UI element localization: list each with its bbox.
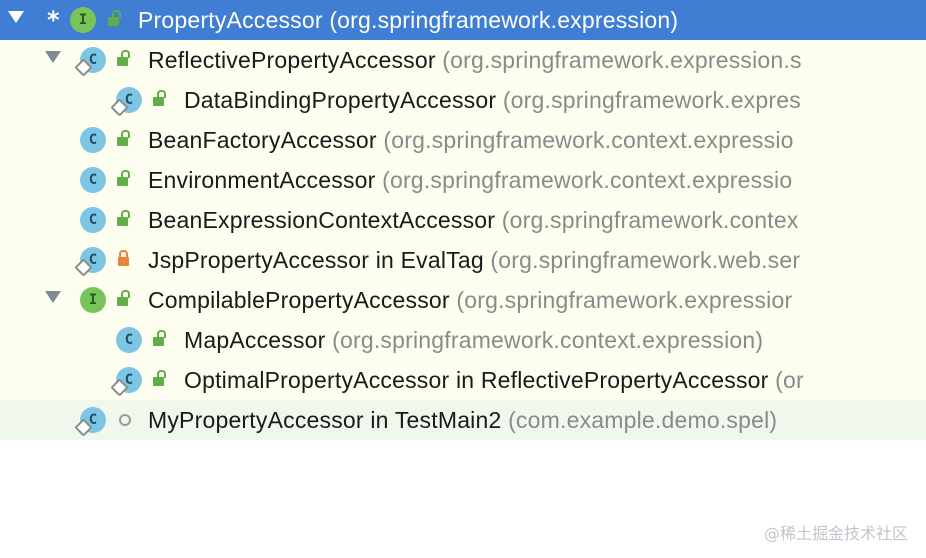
package-name: (org.springframework.context.expressio [382, 167, 793, 193]
package-name: (org.springframework.expression) [329, 7, 679, 33]
tree-row-property-accessor[interactable]: * I PropertyAccessor (org.springframewor… [0, 0, 926, 40]
class-icon: C [74, 407, 106, 437]
tree-row-my-property-accessor[interactable]: C MyPropertyAccessor in TestMain2 (com.e… [0, 400, 926, 440]
public-access-icon [153, 370, 166, 386]
tree-row-label: DataBindingPropertyAccessor (org.springf… [184, 80, 801, 120]
package-name: (org.springframework.expres [502, 87, 801, 113]
class-name: BeanFactoryAccessor [148, 127, 377, 153]
class-icon: C [74, 247, 106, 277]
public-access-icon [117, 290, 130, 306]
tree-row-label: MapAccessor (org.springframework.context… [184, 320, 763, 360]
class-name: PropertyAccessor [138, 7, 323, 33]
tree-row-reflective-property-accessor[interactable]: C ReflectivePropertyAccessor (org.spring… [0, 40, 926, 80]
public-access-icon [153, 330, 166, 346]
tree-row-jsp-property-accessor[interactable]: C JspPropertyAccessor in EvalTag (org.sp… [0, 240, 926, 280]
class-icon: C [74, 47, 106, 77]
tree-row-label: PropertyAccessor (org.springframework.ex… [138, 0, 678, 40]
public-access-icon [153, 90, 166, 106]
expand-arrow-icon[interactable] [45, 291, 61, 303]
class-name: OptimalPropertyAccessor [184, 367, 450, 393]
package-name: (or [775, 367, 804, 393]
tree-row-label: EnvironmentAccessor (org.springframework… [148, 160, 792, 200]
tree-row-label: BeanExpressionContextAccessor (org.sprin… [148, 200, 799, 240]
package-name: (org.springframework.expressior [456, 287, 793, 313]
class-name: CompilablePropertyAccessor [148, 287, 450, 313]
class-icon: C [80, 207, 106, 233]
tree-row-label: CompilablePropertyAccessor (org.springfr… [148, 280, 792, 320]
expand-arrow-icon[interactable] [45, 51, 61, 63]
class-name: MyPropertyAccessor [148, 407, 364, 433]
public-access-icon [117, 130, 130, 146]
package-name: (com.example.demo.spel) [508, 407, 778, 433]
tree-row-label: BeanFactoryAccessor (org.springframework… [148, 120, 794, 160]
tree-row-label: MyPropertyAccessor in TestMain2 (com.exa… [148, 407, 778, 433]
class-icon: C [116, 327, 142, 353]
tree-row-label: JspPropertyAccessor in EvalTag (org.spri… [148, 247, 801, 273]
tree-row-optimal-property-accessor[interactable]: C OptimalPropertyAccessor in ReflectiveP… [0, 360, 926, 400]
interface-icon: I [70, 7, 96, 33]
class-name: EnvironmentAccessor [148, 167, 376, 193]
package-name: (org.springframework.context.expression) [332, 327, 764, 353]
class-icon: C [80, 167, 106, 193]
tree-row-label: OptimalPropertyAccessor in ReflectivePro… [184, 367, 804, 393]
type-hierarchy-tree: * I PropertyAccessor (org.springframewor… [0, 0, 926, 440]
tree-row-environment-accessor[interactable]: C EnvironmentAccessor (org.springframewo… [0, 160, 926, 200]
public-access-icon [117, 50, 130, 66]
tree-row-map-accessor[interactable]: C MapAccessor (org.springframework.conte… [0, 320, 926, 360]
package-name: (org.springframework.expression.s [442, 47, 802, 73]
tree-row-compilable-property-accessor[interactable]: I CompilablePropertyAccessor (org.spring… [0, 280, 926, 320]
interface-icon: I [80, 287, 106, 313]
public-access-icon [117, 170, 130, 186]
class-icon: C [80, 127, 106, 153]
package-name: (org.springframework.context.expressio [383, 127, 794, 153]
class-name: JspPropertyAccessor [148, 247, 370, 273]
tree-row-bean-factory-accessor[interactable]: C BeanFactoryAccessor (org.springframewo… [0, 120, 926, 160]
class-name: BeanExpressionContextAccessor [148, 207, 496, 233]
public-access-icon [117, 210, 130, 226]
package-private-icon [119, 414, 131, 426]
watermark: @稀土掘金技术社区 [763, 524, 908, 543]
class-icon: C [110, 87, 142, 117]
tree-row-databinding-property-accessor[interactable]: C DataBindingPropertyAccessor (org.sprin… [0, 80, 926, 120]
class-name: ReflectivePropertyAccessor [148, 47, 436, 73]
tree-row-bean-expression-context-accessor[interactable]: C BeanExpressionContextAccessor (org.spr… [0, 200, 926, 240]
class-name: DataBindingPropertyAccessor [184, 87, 497, 113]
private-access-icon [118, 250, 129, 266]
public-access-icon [108, 10, 121, 26]
package-name: (org.springframework.web.ser [490, 247, 801, 273]
class-icon: C [110, 367, 142, 397]
tree-row-label: ReflectivePropertyAccessor (org.springfr… [148, 40, 802, 80]
expand-arrow-icon[interactable] [8, 11, 24, 23]
package-name: (org.springframework.contex [501, 207, 799, 233]
focus-marker: * [47, 6, 60, 34]
class-name: MapAccessor [184, 327, 326, 353]
